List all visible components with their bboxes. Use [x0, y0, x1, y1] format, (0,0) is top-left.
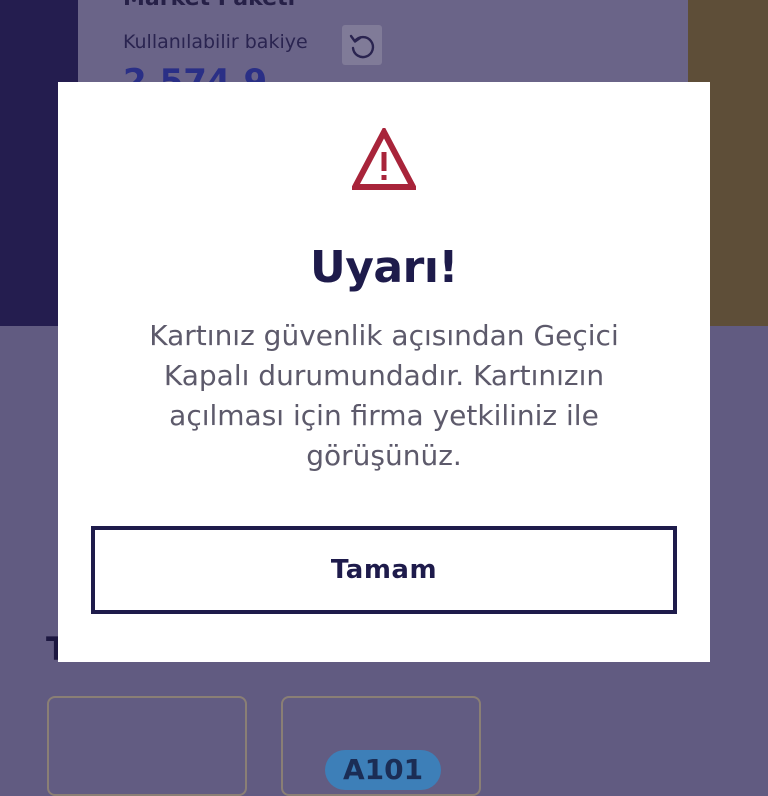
ok-button-label: Tamam [330, 555, 438, 585]
market-logo: A101 [325, 750, 441, 790]
refresh-button[interactable] [342, 25, 382, 65]
refresh-icon [349, 34, 375, 59]
ok-button[interactable]: Tamam [91, 526, 677, 614]
dialog-message: Kartınız güvenlik açısından Geçici Kapal… [149, 319, 619, 472]
market-tile[interactable] [47, 696, 247, 796]
alert-dialog: Uyarı! Kartınız güvenlik açısından Geçic… [58, 82, 710, 662]
balance-label: Kullanılabilir bakiye [123, 31, 308, 53]
dialog-title: Uyarı! [310, 242, 458, 293]
warning-triangle-icon [352, 128, 416, 190]
balance-card-title: Market Paketi [123, 0, 295, 11]
market-tile[interactable]: A101 [281, 696, 481, 796]
